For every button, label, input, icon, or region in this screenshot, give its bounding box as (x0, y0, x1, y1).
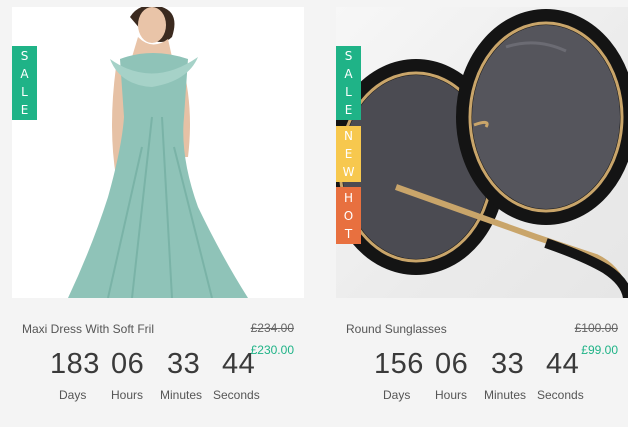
countdown-minutes-label: Minutes (160, 388, 203, 402)
countdown-days-label: Days (59, 388, 87, 402)
product-image[interactable]: S A L E (12, 7, 304, 298)
countdown-days: 156 (374, 348, 424, 380)
countdown-hours-label: Hours (111, 388, 144, 402)
sunglasses-photo-icon (336, 9, 628, 298)
countdown-seconds-label: Seconds (537, 388, 584, 402)
sale-tag: S A L E (12, 46, 37, 120)
countdown-hours: 06 (435, 348, 469, 380)
old-price: £234.00 (250, 321, 294, 335)
product-card[interactable]: S A L E Maxi Dress With Soft Fril £234.0… (12, 0, 304, 427)
hot-tag: H O T (336, 187, 361, 244)
countdown-seconds-label: Seconds (213, 388, 260, 402)
product-info: Round Sunglasses £100.00 £99.00 156 06 3… (336, 298, 628, 427)
countdown-seconds: 44 (546, 348, 580, 380)
countdown-days-label: Days (383, 388, 411, 402)
product-image[interactable]: S A L E N E W H O T (336, 7, 628, 298)
countdown-timer: 183 06 33 44 Days Hours Minutes Seconds (12, 348, 304, 408)
countdown-hours-label: Hours (435, 388, 468, 402)
dress-photo-icon (68, 7, 248, 298)
countdown-seconds: 44 (222, 348, 256, 380)
countdown-minutes: 33 (167, 348, 201, 380)
countdown-hours: 06 (111, 348, 145, 380)
sale-tag: S A L E (336, 46, 361, 120)
product-name[interactable]: Round Sunglasses (346, 322, 447, 336)
product-card[interactable]: S A L E N E W H O T Round Sunglasses £10… (336, 0, 628, 427)
countdown-timer: 156 06 33 44 Days Hours Minutes Seconds (336, 348, 628, 408)
countdown-days: 183 (50, 348, 100, 380)
countdown-minutes-label: Minutes (484, 388, 527, 402)
new-tag: N E W (336, 126, 361, 182)
countdown-minutes: 33 (491, 348, 525, 380)
product-name[interactable]: Maxi Dress With Soft Fril (22, 322, 154, 336)
product-info: Maxi Dress With Soft Fril £234.00 £230.0… (12, 298, 304, 427)
old-price: £100.00 (574, 321, 618, 335)
